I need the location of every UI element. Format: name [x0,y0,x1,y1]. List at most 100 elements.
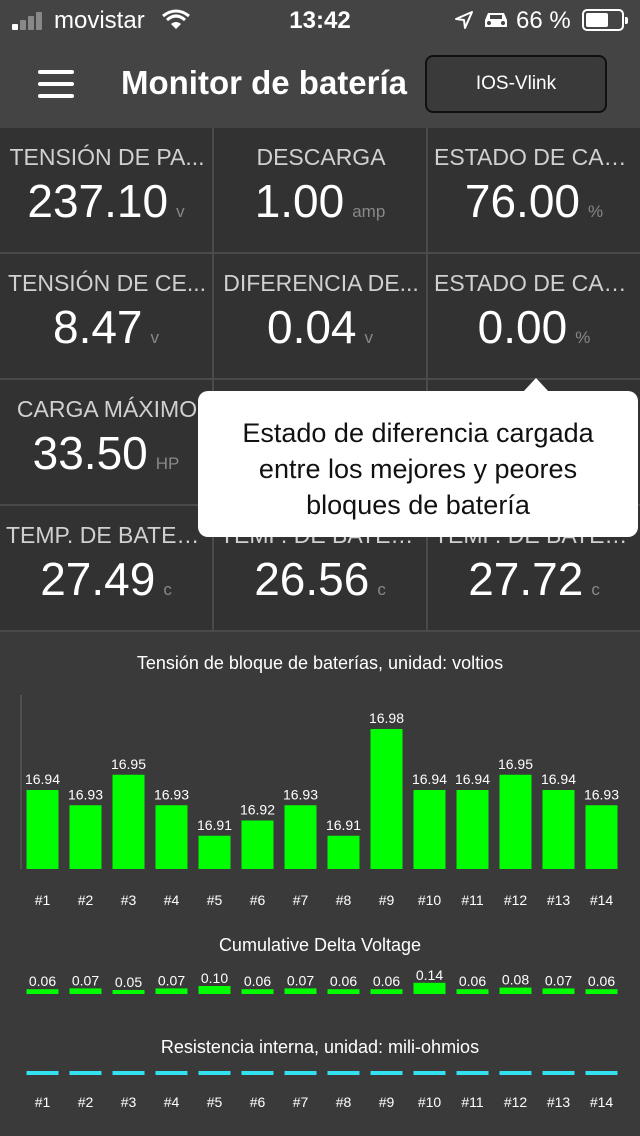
delta-bar [198,986,231,994]
delta-bar [112,990,145,994]
metric-value: 27.49 [40,553,156,605]
voltage-bar [284,805,317,869]
metric-cell[interactable]: DIFERENCIA DE... 0.04 v [214,254,426,378]
voltage-data-label: 16.95 [498,756,533,772]
delta-data-label: 0.06 [244,973,271,989]
delta-bar [456,989,489,994]
metric-label: TENSIÓN DE PA... [9,144,205,170]
metric-cell[interactable]: TENSIÓN DE CE... 8.47 v [0,254,212,378]
voltage-category-label: #8 [336,892,352,908]
metric-unit: v [176,202,185,221]
page-title: Monitor de batería [121,64,408,101]
metric-cell[interactable]: TEMP. DE BATER... 27.49 c [0,506,212,630]
metric-value: 0.00 [477,301,568,353]
delta-voltage-chart: 0.06 0.07 0.05 0.07 0.10 0.06 0.07 0.06 0.06 0.14… [26,967,618,994]
voltage-bar [370,729,403,869]
device-button[interactable]: IOS-Vlink [425,55,607,113]
resistance-chart: #1 #2 #3 #4 #5 #6 #7 #8 #9 #10 #11 #12 #13 #14 [26,1071,618,1110]
voltage-bar [456,790,489,869]
resistance-bar [112,1071,145,1075]
delta-bar [155,988,188,994]
voltage-category-label: #13 [547,892,571,908]
metric-label: ESTADO DE CAR... [434,144,636,170]
resistance-bar [370,1071,403,1075]
resistance-category-label: #11 [461,1094,484,1110]
metric-cell[interactable]: ESTADO DE CAR... 0.00% [428,254,640,378]
voltage-bar [585,805,618,869]
voltage-category-label: #14 [590,892,614,908]
resistance-category-label: #2 [78,1094,94,1110]
voltage-category-label: #6 [250,892,266,908]
metric-label: TEMP. DE BATER... [6,522,208,548]
voltage-bar [69,805,102,869]
metric-cell[interactable]: DESCARGA 1.00 amp [214,128,426,252]
metric-cell[interactable]: ESTADO DE CAR... 76.00% [428,128,640,252]
voltage-category-label: #7 [293,892,309,908]
resistance-bar [284,1071,317,1075]
metric-label: TENSIÓN DE CE... [7,270,207,296]
tooltip-line: entre los mejores y peores [258,454,578,484]
metric-label: DIFERENCIA DE... [223,270,419,296]
menu-icon[interactable] [38,70,74,98]
voltage-data-label: 16.92 [240,802,275,818]
voltage-category-label: #4 [164,892,180,908]
metric-cell[interactable]: TENSIÓN DE PA... 237.10 v [0,128,212,252]
voltage-bar [499,774,532,869]
voltage-data-label: 16.93 [154,786,189,802]
voltage-bar [413,790,446,869]
delta-bar [284,988,317,994]
delta-bar [585,989,618,994]
voltage-data-label: 16.98 [369,710,404,726]
resistance-bar [499,1071,532,1075]
metric-value: 26.56 [254,553,370,605]
resistance-category-label: #1 [35,1094,51,1110]
voltage-category-label: #1 [35,892,51,908]
resistance-category-label: #9 [379,1094,395,1110]
delta-bar [26,989,59,994]
battery-percent: 66 % [516,7,571,34]
delta-data-label: 0.06 [373,973,400,989]
delta-data-label: 0.06 [459,973,486,989]
info-tooltip: Estado de diferencia cargada entre los m… [198,378,638,537]
resistance-category-label: #3 [121,1094,137,1110]
metric-unit: c [591,580,600,599]
delta-bar [370,989,403,994]
voltage-data-label: 16.95 [111,756,146,772]
voltage-category-label: #12 [504,892,528,908]
metric-unit: % [588,202,604,221]
voltage-data-label: 16.94 [455,771,490,787]
voltage-category-label: #2 [78,892,94,908]
voltage-category-label: #9 [379,892,395,908]
delta-data-label: 0.07 [287,972,314,988]
delta-data-label: 0.06 [29,973,56,989]
voltage-bar [198,835,231,869]
delta-bar [542,988,575,994]
metric-unit: % [575,328,591,347]
resistance-bar [413,1071,446,1075]
metric-value: 33.50 [32,427,148,479]
metric-value: 0.04 [266,301,357,353]
metric-cell[interactable]: CARGA MÁXIMO 33.50 HP [0,380,212,504]
voltage-data-label: 16.93 [283,786,318,802]
metric-label: CARGA MÁXIMO [16,396,198,422]
delta-data-label: 0.14 [416,967,443,983]
app-header: Monitor de batería IOS-Vlink [0,40,640,128]
delta-bar [327,989,360,994]
voltage-bar [112,774,145,869]
metric-unit: v [150,328,160,347]
resistance-bar [585,1071,618,1075]
metric-unit: c [163,580,172,599]
metric-unit: HP [155,454,180,473]
voltage-bar [26,790,59,869]
voltage-bar [542,790,575,869]
voltage-data-label: 16.94 [541,771,576,787]
resistance-bar [241,1071,274,1075]
metric-unit: c [377,580,386,599]
voltage-data-label: 16.94 [412,771,447,787]
metric-label: DESCARGA [256,144,386,170]
resistance-bar [198,1071,231,1075]
delta-bar [241,989,274,994]
voltage-data-label: 16.93 [584,786,619,802]
voltage-bar [241,820,274,869]
voltage-data-label: 16.91 [326,817,361,833]
